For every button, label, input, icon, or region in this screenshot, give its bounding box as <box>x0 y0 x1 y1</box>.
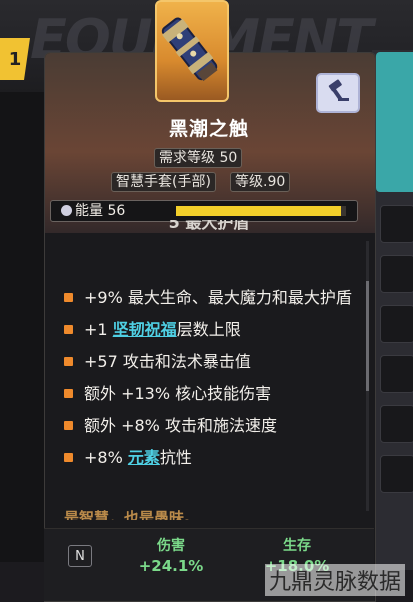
energy-track <box>176 206 346 216</box>
affix-line: +57 攻击和法术暴击值 <box>64 350 364 374</box>
right-slot[interactable] <box>380 205 413 243</box>
required-level-tag: 需求等级 50 <box>154 148 243 168</box>
energy-icon <box>61 205 72 216</box>
affix-line: +1 坚韧祝福层数上限 <box>64 318 364 342</box>
partially-hidden-line: 5 最大护盾 <box>168 220 250 232</box>
flavor-text: 是智慧，也是愚昧。 <box>64 509 200 520</box>
affix-bullet-icon <box>64 389 73 398</box>
compare-key-hint[interactable]: N <box>68 545 92 567</box>
item-type-tag: 智慧手套(手部) <box>111 172 216 192</box>
affix-text: 抗性 <box>159 448 192 467</box>
energy-bar: 能量 56 <box>50 200 358 222</box>
right-slot[interactable] <box>380 305 413 343</box>
hammer-icon <box>325 79 351 107</box>
affix-line: 额外 +8% 攻击和施法速度 <box>64 414 364 438</box>
affix-text: +8% <box>84 448 128 467</box>
item-name: 黑潮之触 <box>168 118 249 140</box>
affix-bullet-icon <box>64 293 73 302</box>
keyword-link[interactable]: 元素 <box>128 448 160 467</box>
affix-text: +57 攻击和法术暴击值 <box>84 352 251 371</box>
survival-label: 生存 <box>283 538 311 554</box>
affix-line: +9% 最大生命、最大魔力和最大护盾 <box>64 286 364 310</box>
keyword-link[interactable]: 坚韧祝福 <box>113 320 177 339</box>
affix-text: +1 <box>84 320 113 339</box>
affix-bullet-icon <box>64 325 73 334</box>
right-slot[interactable] <box>380 455 413 493</box>
affix-text: +9% 最大生命、最大魔力和最大护盾 <box>84 288 352 307</box>
energy-fill <box>176 206 341 216</box>
affix-text: 层数上限 <box>176 320 241 339</box>
right-slot[interactable] <box>380 355 413 393</box>
affix-list: +9% 最大生命、最大魔力和最大护盾 +1 坚韧祝福层数上限 +57 攻击和法术暴击… <box>64 286 364 478</box>
affix-bullet-icon <box>64 357 73 366</box>
damage-label: 伤害 <box>157 538 185 554</box>
damage-compare: 伤害 +24.1% <box>126 535 216 575</box>
left-panel-strip <box>0 92 44 562</box>
affix-text: 额外 +13% 核心技能伤害 <box>84 384 272 403</box>
affix-bullet-icon <box>64 453 73 462</box>
right-slot[interactable] <box>380 255 413 293</box>
affix-line: +8% 元素抗性 <box>64 446 364 470</box>
energy-label: 能量 56 <box>61 201 125 221</box>
affix-line: 额外 +13% 核心技能伤害 <box>64 382 364 406</box>
damage-value: +24.1% <box>138 557 204 575</box>
right-teal-slot[interactable] <box>376 52 413 192</box>
tooltip-scrollbar[interactable] <box>366 241 369 511</box>
watermark: 九鼎灵脉数据 <box>264 564 405 596</box>
salvage-hammer-button[interactable] <box>316 73 360 113</box>
scrollbar-thumb[interactable] <box>366 281 369 391</box>
gauntlet-icon <box>155 0 229 102</box>
affix-bullet-icon <box>64 421 73 430</box>
affix-text: 额外 +8% 攻击和施法速度 <box>84 416 277 435</box>
energy-text: 能量 56 <box>75 203 126 219</box>
right-slot[interactable] <box>380 405 413 443</box>
item-grade-tag: 等级.90 <box>230 172 291 192</box>
